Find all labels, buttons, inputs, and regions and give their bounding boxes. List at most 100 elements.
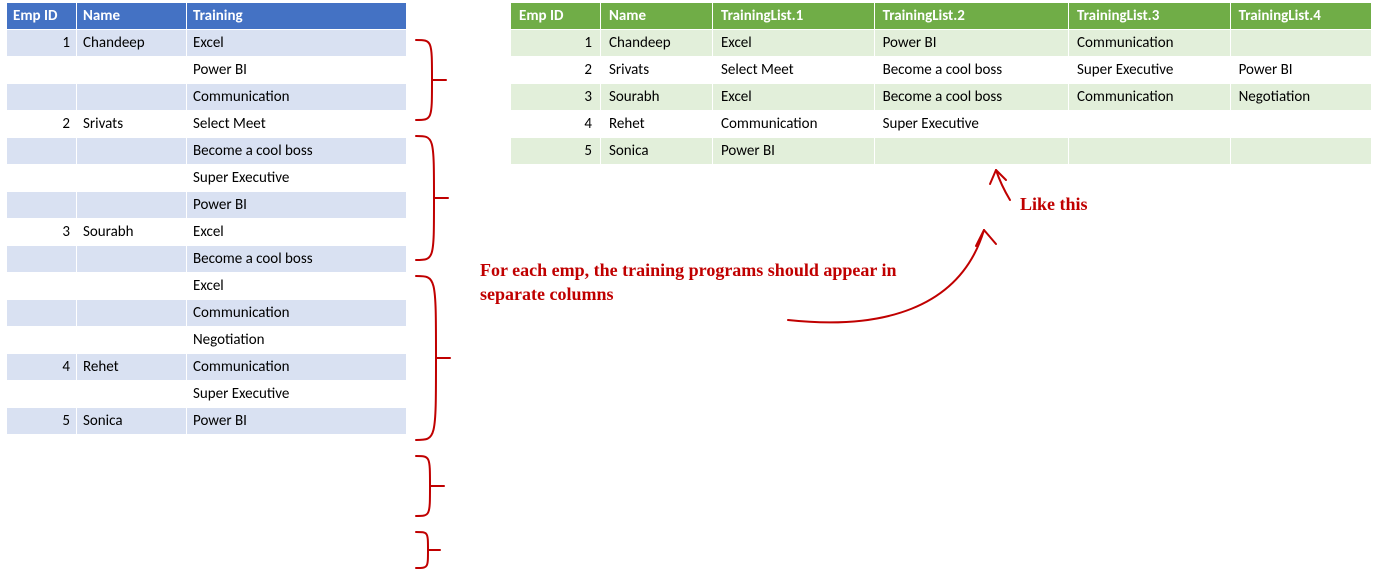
cell-empid: 1 xyxy=(511,30,601,57)
cell-empid: 2 xyxy=(511,57,601,84)
table-row: 2SrivatsSelect Meet xyxy=(7,111,407,138)
cell-training: Communication xyxy=(187,354,407,381)
cell-name: Sourabh xyxy=(77,219,187,246)
table-row: 4RehetCommunicationSuper Executive xyxy=(511,111,1372,138)
cell-name: Chandeep xyxy=(77,30,187,57)
col-header-t2: TrainingList.2 xyxy=(874,3,1068,30)
cell-t1: Excel xyxy=(712,84,874,111)
cell-empid: 1 xyxy=(7,30,77,57)
annotation-main: For each emp, the training programs shou… xyxy=(480,258,900,307)
cell-training: Power BI xyxy=(187,192,407,219)
cell-empid: 2 xyxy=(7,111,77,138)
annotation-like: Like this xyxy=(1020,192,1088,216)
table-row: 5SonicaPower BI xyxy=(7,408,407,435)
cell-t1: Power BI xyxy=(712,138,874,165)
cell-name: Rehet xyxy=(77,354,187,381)
table-row: Excel xyxy=(7,273,407,300)
cell-name: Chandeep xyxy=(601,30,713,57)
col-header-name: Name xyxy=(77,3,187,30)
cell-training: Communication xyxy=(187,300,407,327)
col-header-t4: TrainingList.4 xyxy=(1230,3,1371,30)
table-row: Negotiation xyxy=(7,327,407,354)
cell-t1: Select Meet xyxy=(712,57,874,84)
table-row: 1ChandeepExcel xyxy=(7,30,407,57)
cell-t4: Negotiation xyxy=(1230,84,1371,111)
cell-empid xyxy=(7,84,77,111)
cell-t3: Communication xyxy=(1069,84,1231,111)
bracket-icon xyxy=(416,276,436,440)
bracket-icon xyxy=(416,456,430,516)
cell-name xyxy=(77,327,187,354)
table-row: 3SourabhExcel xyxy=(7,219,407,246)
cell-t3: Communication xyxy=(1069,30,1231,57)
cell-empid: 4 xyxy=(511,111,601,138)
col-header-empid: Emp ID xyxy=(7,3,77,30)
source-table: Emp ID Name Training 1ChandeepExcelPower… xyxy=(6,2,407,435)
cell-t1: Communication xyxy=(712,111,874,138)
cell-t3: Super Executive xyxy=(1069,57,1231,84)
table-row: 1ChandeepExcelPower BICommunication xyxy=(511,30,1372,57)
cell-empid: 5 xyxy=(511,138,601,165)
cell-t2: Super Executive xyxy=(874,111,1068,138)
cell-empid xyxy=(7,57,77,84)
cell-t4: Power BI xyxy=(1230,57,1371,84)
bracket-icon xyxy=(416,532,428,568)
cell-training: Super Executive xyxy=(187,381,407,408)
cell-empid xyxy=(7,273,77,300)
cell-training: Select Meet xyxy=(187,111,407,138)
cell-t4 xyxy=(1230,111,1371,138)
bracket-icon xyxy=(416,136,434,260)
cell-training: Excel xyxy=(187,30,407,57)
cell-training: Power BI xyxy=(187,408,407,435)
cell-empid xyxy=(7,165,77,192)
cell-t2: Power BI xyxy=(874,30,1068,57)
result-table: Emp ID Name TrainingList.1 TrainingList.… xyxy=(510,2,1372,165)
cell-empid xyxy=(7,138,77,165)
cell-training: Excel xyxy=(187,219,407,246)
cell-training: Super Executive xyxy=(187,165,407,192)
cell-training: Become a cool boss xyxy=(187,138,407,165)
arrow-icon xyxy=(996,170,1010,200)
cell-t3 xyxy=(1069,138,1231,165)
table-row: Power BI xyxy=(7,192,407,219)
cell-name: Sonica xyxy=(77,408,187,435)
table-row: Communication xyxy=(7,300,407,327)
cell-name xyxy=(77,165,187,192)
cell-name: Sonica xyxy=(601,138,713,165)
cell-name: Rehet xyxy=(601,111,713,138)
table-row: Super Executive xyxy=(7,165,407,192)
cell-empid: 5 xyxy=(7,408,77,435)
table-row: Become a cool boss xyxy=(7,246,407,273)
cell-t2: Become a cool boss xyxy=(874,84,1068,111)
cell-t4 xyxy=(1230,138,1371,165)
cell-training: Become a cool boss xyxy=(187,246,407,273)
table-row: 2SrivatsSelect MeetBecome a cool bossSup… xyxy=(511,57,1372,84)
cell-name xyxy=(77,300,187,327)
cell-training: Negotiation xyxy=(187,327,407,354)
cell-t1: Excel xyxy=(712,30,874,57)
table-row: Power BI xyxy=(7,57,407,84)
cell-t2: Become a cool boss xyxy=(874,57,1068,84)
cell-t4 xyxy=(1230,30,1371,57)
cell-empid: 3 xyxy=(7,219,77,246)
cell-name: Srivats xyxy=(601,57,713,84)
cell-name xyxy=(77,381,187,408)
cell-name xyxy=(77,84,187,111)
cell-t3 xyxy=(1069,111,1231,138)
table-row: 5SonicaPower BI xyxy=(511,138,1372,165)
cell-empid xyxy=(7,192,77,219)
cell-empid xyxy=(7,246,77,273)
col-header-t3: TrainingList.3 xyxy=(1069,3,1231,30)
cell-t2 xyxy=(874,138,1068,165)
cell-name: Sourabh xyxy=(601,84,713,111)
table-row: Super Executive xyxy=(7,381,407,408)
table-row: Communication xyxy=(7,84,407,111)
cell-name: Srivats xyxy=(77,111,187,138)
cell-name xyxy=(77,273,187,300)
cell-empid xyxy=(7,381,77,408)
cell-training: Communication xyxy=(187,84,407,111)
bracket-icon xyxy=(416,40,432,120)
cell-training: Power BI xyxy=(187,57,407,84)
col-header-t1: TrainingList.1 xyxy=(712,3,874,30)
table-row: Become a cool boss xyxy=(7,138,407,165)
